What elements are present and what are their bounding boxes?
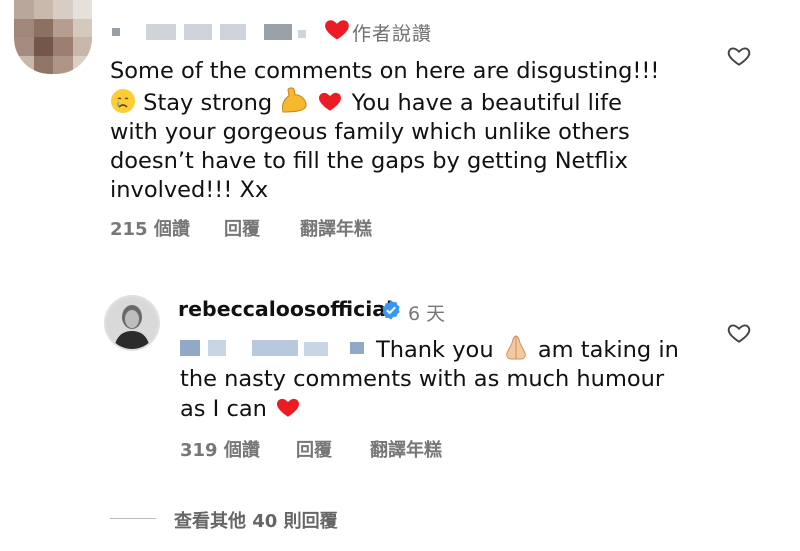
view-more-divider xyxy=(110,518,156,519)
commenter-username-redacted[interactable] xyxy=(112,22,322,42)
comment-reply-button[interactable]: 回覆 xyxy=(224,215,260,241)
reply-line-1-part2: am taking in xyxy=(537,337,679,363)
comment-line-2: Stay strong xyxy=(143,90,273,116)
verified-badge-icon xyxy=(382,300,400,320)
reply-text: Thank you am taking in the nasty comment… xyxy=(180,333,700,424)
comment-line-3: You have a beautiful life xyxy=(351,90,622,116)
comment-line-1: Some of the comments on here are disgust… xyxy=(110,58,660,84)
view-more-replies-button[interactable]: 查看其他 40 則回覆 xyxy=(174,507,338,533)
comment-translate-button[interactable]: 翻譯年糕 xyxy=(300,215,372,241)
reply-like-count[interactable]: 319 個讚 xyxy=(180,436,260,462)
reply-reply-button[interactable]: 回覆 xyxy=(296,436,332,462)
comment-like-count[interactable]: 215 個讚 xyxy=(110,215,190,241)
commenter-avatar-pixelated[interactable] xyxy=(14,0,92,74)
reply-author-avatar[interactable] xyxy=(104,295,160,351)
red-heart-emoji-icon xyxy=(277,398,300,417)
reply-timestamp: 6 天 xyxy=(408,303,446,325)
comment-line-6: involved!!! Xx xyxy=(110,177,269,203)
crying-face-emoji-icon xyxy=(111,89,135,113)
reply-line-3: as I can xyxy=(180,396,267,422)
author-liked-label: 作者說讚 xyxy=(352,23,433,45)
reply-like-heart-icon[interactable] xyxy=(725,320,753,346)
comment-line-5: doesn’t have to fill the gaps by getting… xyxy=(110,148,628,174)
comment-like-heart-icon[interactable] xyxy=(725,43,753,69)
comment-text: Some of the comments on here are disgust… xyxy=(110,57,700,205)
reply-line-2: the nasty comments with as much humour xyxy=(180,366,665,392)
reply-avatar-photo-icon xyxy=(106,297,158,349)
reply-username[interactable]: rebeccaloosofficial xyxy=(178,297,393,321)
reply-translate-button[interactable]: 翻譯年糕 xyxy=(370,436,442,462)
author-liked-heart-icon xyxy=(325,20,349,40)
folded-hands-emoji-icon xyxy=(505,335,526,360)
red-heart-emoji-icon xyxy=(319,92,342,111)
flexed-biceps-emoji-icon xyxy=(282,87,307,113)
comment-line-4: with your gorgeous family which unlike o… xyxy=(110,119,630,145)
reply-line-1-part1: Thank you xyxy=(376,337,494,363)
